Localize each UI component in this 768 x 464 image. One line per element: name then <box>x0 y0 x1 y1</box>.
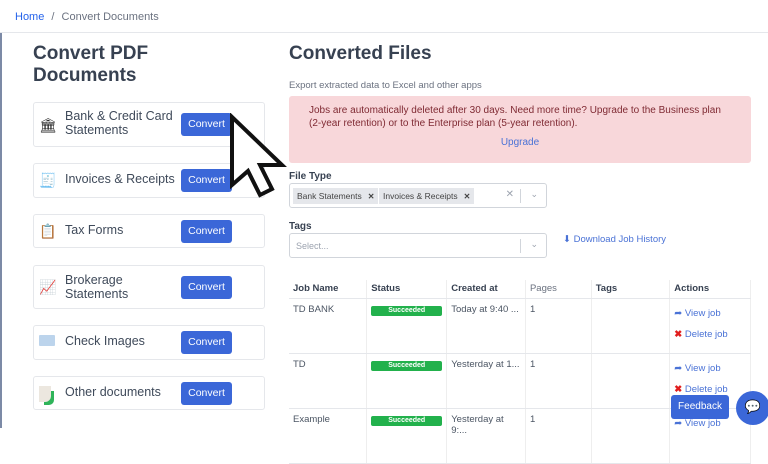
job-name: Example <box>289 408 368 464</box>
convert-invoices-button[interactable]: Convert <box>181 169 232 192</box>
breadcrumb: Home / Convert Documents <box>0 0 768 33</box>
check-icon <box>39 335 55 346</box>
file-type-select[interactable]: Bank Statements ✕ Invoices & Receipts ✕ ✕ … <box>289 183 547 208</box>
tags <box>591 408 671 464</box>
tax-form-icon: 📋 <box>39 223 57 239</box>
col-tags[interactable]: Tags <box>591 280 671 299</box>
jobs-table: Job Name Status Created at Pages Tags Ac… <box>289 280 751 464</box>
brokerage-icon: 📈 <box>39 279 57 295</box>
remove-chip-icon[interactable]: ✕ <box>368 192 375 201</box>
card-label: Check Images <box>65 334 145 348</box>
convert-bank-button[interactable]: Convert <box>181 113 232 136</box>
col-status[interactable]: Status <box>366 280 448 299</box>
chip-invoices: Invoices & Receipts ✕ <box>379 188 475 204</box>
right-title: Converted Files <box>289 43 432 64</box>
document-icon <box>39 386 51 402</box>
view-label: View job <box>684 307 721 319</box>
remove-chip-icon[interactable]: ✕ <box>464 192 471 201</box>
download-label: Download Job History <box>573 234 667 245</box>
delete-label: Delete job <box>684 383 728 395</box>
delete-job-link[interactable]: ✖ Delete job <box>674 384 746 395</box>
separator <box>520 189 521 203</box>
tags <box>591 298 671 354</box>
chip-bank-statements: Bank Statements ✕ <box>293 188 379 204</box>
card-brokerage: 📈 Brokerage Statements Convert <box>33 265 265 309</box>
tags <box>591 353 671 409</box>
alert-text: Jobs are automatically deleted after 30 … <box>309 105 721 129</box>
table-row: TD BANK Succeeded Today at 9:40 ... 1 ➦ … <box>289 298 751 354</box>
card-label: Tax Forms <box>65 223 124 237</box>
convert-check-button[interactable]: Convert <box>181 331 232 354</box>
view-job-link[interactable]: ➦ View job <box>674 363 746 374</box>
col-pages[interactable]: Pages <box>525 280 592 299</box>
chat-button[interactable]: 💬 <box>736 391 768 425</box>
download-icon: ⬇ <box>563 234 574 245</box>
card-label: Brokerage Statements <box>65 273 129 301</box>
clear-icon[interactable]: ✕ <box>506 189 514 200</box>
subtitle: Export extracted data to Excel and other… <box>289 80 482 91</box>
card-check: Check Images Convert <box>33 325 265 360</box>
share-icon: ➦ <box>674 307 685 319</box>
created-at: Yesterday at 1... <box>446 353 526 409</box>
share-icon: ➦ <box>674 417 685 429</box>
created-at: Yesterday at 9:... <box>446 408 526 464</box>
invoice-icon: 🧾 <box>39 172 57 188</box>
separator <box>520 239 521 253</box>
job-name: TD <box>289 353 368 409</box>
breadcrumb-home[interactable]: Home <box>15 11 44 23</box>
view-job-link[interactable]: ➦ View job <box>674 308 746 319</box>
convert-brokerage-button[interactable]: Convert <box>181 276 232 299</box>
col-actions: Actions <box>669 280 751 299</box>
delete-label: Delete job <box>684 328 728 340</box>
upgrade-link[interactable]: Upgrade <box>309 136 731 149</box>
delete-job-link[interactable]: ✖ Delete job <box>674 329 746 340</box>
view-label: View job <box>684 417 721 429</box>
left-border <box>0 33 2 428</box>
col-created[interactable]: Created at <box>446 280 526 299</box>
breadcrumb-separator: / <box>51 11 55 23</box>
tags-label: Tags <box>289 221 312 232</box>
chip-label: Invoices & Receipts <box>383 191 458 201</box>
bank-icon: 🏛 <box>39 117 57 133</box>
convert-tax-button[interactable]: Convert <box>181 220 232 243</box>
status-badge: Succeeded <box>371 360 443 371</box>
file-type-label: File Type <box>289 171 332 182</box>
retention-alert: Jobs are automatically deleted after 30 … <box>289 96 751 163</box>
table-header: Job Name Status Created at Pages Tags Ac… <box>289 280 751 299</box>
card-label: Other documents <box>65 385 161 399</box>
card-label: Invoices & Receipts <box>65 172 175 186</box>
card-label: Bank & Credit Card Statements <box>65 109 173 137</box>
tags-placeholder: Select... <box>296 241 329 251</box>
tags-select[interactable]: Select... ⌄ <box>289 233 547 258</box>
chevron-down-icon[interactable]: ⌄ <box>530 239 538 250</box>
left-title: Convert PDF Documents <box>33 43 149 86</box>
delete-icon: ✖ <box>674 328 683 340</box>
card-other: Other documents Convert <box>33 376 265 410</box>
chevron-down-icon[interactable]: ⌄ <box>530 189 538 200</box>
pages: 1 <box>525 408 592 464</box>
status-badge: Succeeded <box>371 415 443 426</box>
share-icon: ➦ <box>674 362 685 374</box>
pages: 1 <box>525 298 592 354</box>
delete-icon: ✖ <box>674 383 683 395</box>
view-job-link[interactable]: ➦ View job <box>674 418 746 429</box>
job-name: TD BANK <box>289 298 368 354</box>
chip-label: Bank Statements <box>297 191 362 201</box>
chat-icon: 💬 <box>744 399 762 414</box>
convert-other-button[interactable]: Convert <box>181 382 232 405</box>
col-job-name[interactable]: Job Name <box>289 280 368 299</box>
feedback-button[interactable]: Feedback <box>671 395 729 419</box>
download-job-history-link[interactable]: ⬇ Download Job History <box>563 234 666 245</box>
card-tax: 📋 Tax Forms Convert <box>33 214 265 248</box>
status-badge: Succeeded <box>371 305 443 316</box>
view-label: View job <box>684 362 721 374</box>
pages: 1 <box>525 353 592 409</box>
mouse-cursor-icon <box>230 113 287 198</box>
created-at: Today at 9:40 ... <box>446 298 526 354</box>
breadcrumb-current: Convert Documents <box>61 11 159 23</box>
